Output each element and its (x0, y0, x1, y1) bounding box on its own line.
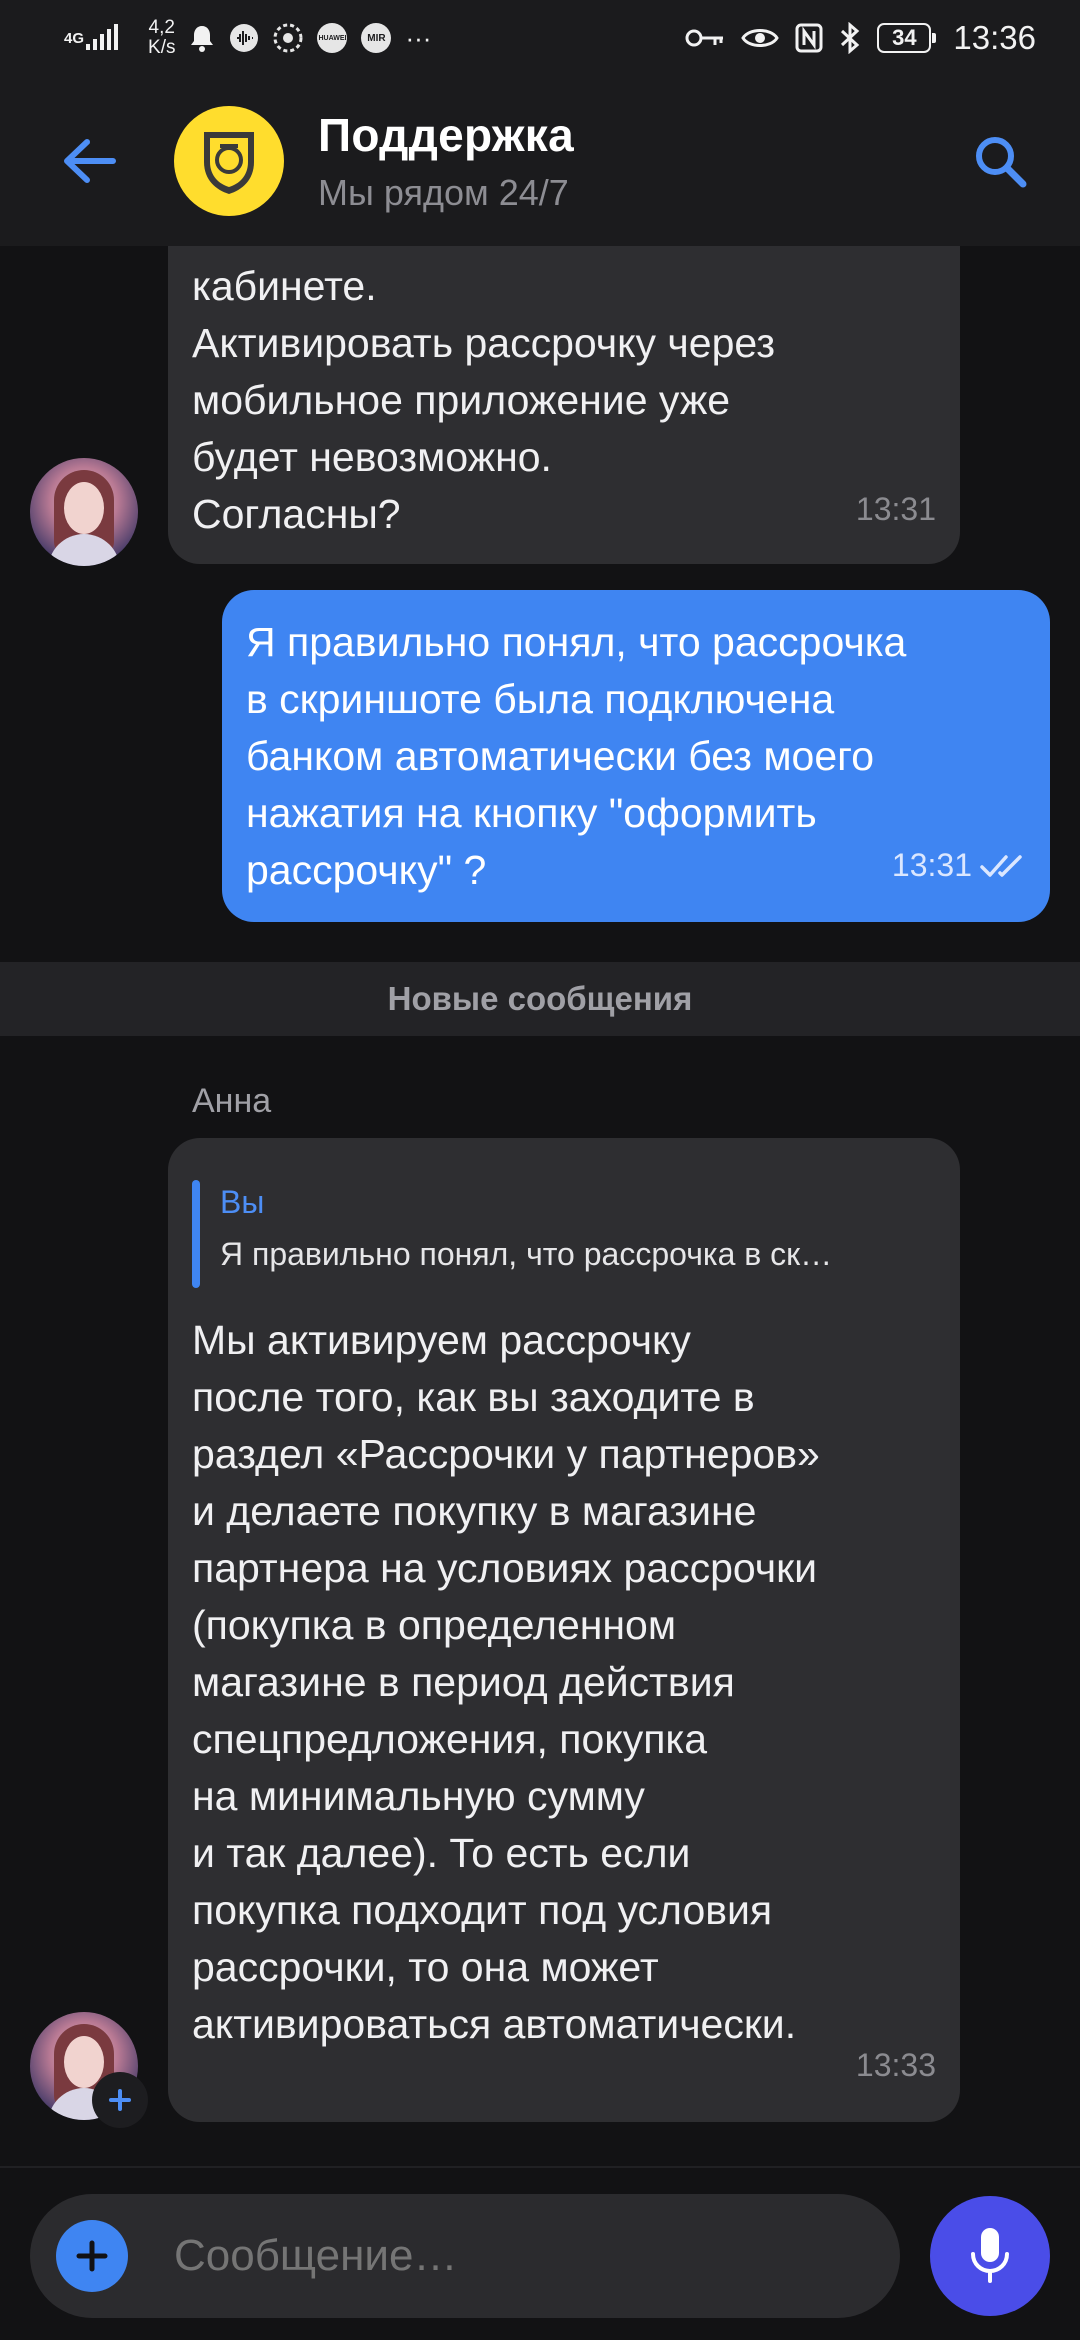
back-button[interactable] (44, 116, 134, 206)
message-input[interactable] (174, 2231, 814, 2281)
message-input-container[interactable] (30, 2194, 900, 2318)
chat-title: Поддержка (318, 109, 574, 161)
clock: 13:36 (953, 19, 1036, 56)
incoming-message[interactable]: Вы Я правильно понял, что рассрочка в ск… (168, 1138, 960, 2122)
header-text[interactable]: Поддержка Мы рядом 24/7 (318, 108, 574, 214)
huawei-notification-icon: HUAWEI (317, 23, 348, 53)
operator-avatar[interactable] (30, 458, 138, 566)
search-icon (976, 137, 1027, 188)
search-button[interactable] (960, 121, 1040, 201)
chat-header: Поддержка Мы рядом 24/7 (0, 76, 1080, 246)
attach-button[interactable] (56, 2220, 128, 2292)
microphone-button[interactable] (930, 2196, 1050, 2316)
status-bar: 4G 4,2 K/s HUAWEI MIR ··· 34 13:36 (0, 0, 1080, 76)
plus-icon (76, 2240, 108, 2272)
reply-bar (192, 1180, 200, 1288)
battery-icon: 34 (877, 23, 937, 53)
sender-name: Анна (192, 1082, 272, 1120)
speed-value: 4,2 (148, 17, 175, 38)
message-text: кабинете. Активировать рассрочку через м… (192, 263, 776, 537)
chat-subtitle: Мы рядом 24/7 (318, 172, 569, 213)
message-time: 13:31 (891, 847, 972, 883)
network-speed: 4,2 K/s (148, 18, 175, 58)
message-meta: 13:31 (892, 837, 1026, 894)
reply-quote[interactable]: Вы Я правильно понял, что рассрочка в ск… (192, 1180, 936, 1288)
coat-of-arms-icon (204, 132, 254, 194)
microphone-icon (971, 2228, 1009, 2283)
speed-unit: K/s (148, 37, 176, 58)
signal-icon: 4G (64, 24, 120, 52)
bell-icon (189, 24, 215, 52)
mir-notification-icon: MIR (361, 23, 392, 53)
status-left: 4G 4,2 K/s HUAWEI MIR ··· (64, 18, 431, 58)
reply-author: Вы (220, 1184, 265, 1220)
message-time: 13:33 (855, 2047, 936, 2083)
key-icon (685, 26, 725, 50)
sound-wave-icon (229, 23, 259, 53)
reply-text: Я правильно понял, что рассрочка в ск… (220, 1236, 833, 1272)
more-notifications: ··· (405, 22, 432, 53)
eye-icon (741, 25, 780, 51)
network-type: 4G (64, 29, 85, 47)
composer-bar (0, 2166, 1080, 2340)
gear-badge-icon (273, 23, 303, 53)
plus-icon (109, 2089, 131, 2111)
chat-screen: 4G 4,2 K/s HUAWEI MIR ··· 34 13:36 Подде… (0, 0, 1080, 2340)
message-text: Мы активируем рассрочку после того, как … (192, 1317, 820, 2047)
bank-logo-avatar[interactable] (174, 106, 284, 216)
status-right: 34 13:36 (685, 19, 1036, 57)
message-time: 13:31 (855, 491, 936, 527)
bluetooth-icon (839, 22, 861, 54)
incoming-message[interactable]: кабинете. Активировать рассрочку через м… (168, 246, 960, 564)
double-check-icon (980, 854, 1022, 877)
new-messages-divider: Новые сообщения (0, 962, 1080, 1036)
nfc-icon (795, 23, 823, 53)
arrow-left-icon (64, 139, 116, 183)
add-reaction-button[interactable] (92, 2072, 148, 2128)
outgoing-message[interactable]: Я правильно понял, что рассрочка в скрин… (222, 590, 1050, 922)
